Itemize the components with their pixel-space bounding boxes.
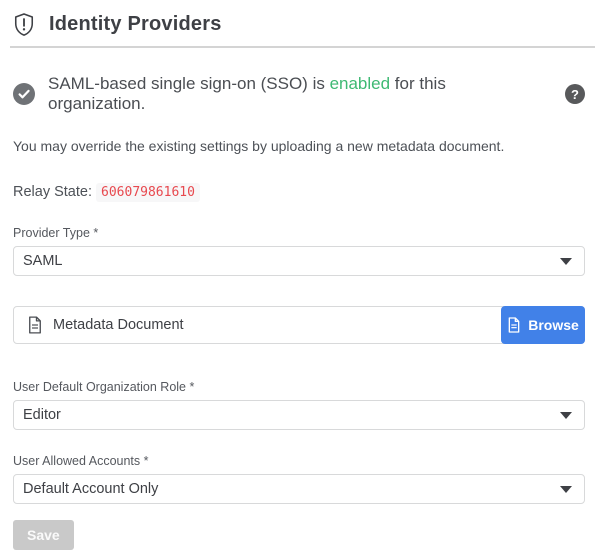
sso-enabled-highlight: enabled <box>330 74 391 93</box>
browse-button-label: Browse <box>528 317 579 333</box>
relay-state-value: 606079861610 <box>96 183 200 202</box>
default-role-select[interactable]: Editor <box>13 400 585 430</box>
sso-status-text: SAML-based single sign-on (SSO) is enabl… <box>48 74 547 114</box>
provider-type-group: Provider Type * SAML <box>13 226 585 276</box>
override-description: You may override the existing settings b… <box>13 138 585 154</box>
metadata-document-input[interactable]: Metadata Document <box>14 307 501 343</box>
allowed-accounts-select[interactable]: Default Account Only <box>13 474 585 504</box>
relay-state-label: Relay State: <box>13 184 96 200</box>
check-circle-icon <box>13 83 35 105</box>
caret-down-icon <box>560 412 572 419</box>
relay-state-row: Relay State: 606079861610 <box>13 184 585 200</box>
metadata-document-field: Metadata Document Browse <box>13 306 585 344</box>
allowed-accounts-label: User Allowed Accounts * <box>13 454 585 468</box>
file-text-icon <box>27 316 43 334</box>
sso-status-row: SAML-based single sign-on (SSO) is enabl… <box>13 74 585 114</box>
caret-down-icon <box>560 258 572 265</box>
provider-type-select[interactable]: SAML <box>13 246 585 276</box>
save-button[interactable]: Save <box>13 520 74 550</box>
provider-type-label: Provider Type * <box>13 226 585 240</box>
allowed-accounts-group: User Allowed Accounts * Default Account … <box>13 454 585 504</box>
file-text-icon <box>507 317 521 333</box>
question-circle-icon[interactable]: ? <box>565 84 585 104</box>
metadata-document-placeholder: Metadata Document <box>53 317 184 333</box>
default-role-group: User Default Organization Role * Editor <box>13 380 585 430</box>
default-role-label: User Default Organization Role * <box>13 380 585 394</box>
default-role-value: Editor <box>23 407 61 423</box>
page-title: Identity Providers <box>49 13 222 36</box>
caret-down-icon <box>560 486 572 493</box>
allowed-accounts-value: Default Account Only <box>23 481 158 497</box>
provider-type-value: SAML <box>23 253 63 269</box>
shield-exclamation-icon <box>13 12 35 37</box>
browse-button[interactable]: Browse <box>501 306 585 344</box>
page-header: Identity Providers <box>10 12 595 48</box>
